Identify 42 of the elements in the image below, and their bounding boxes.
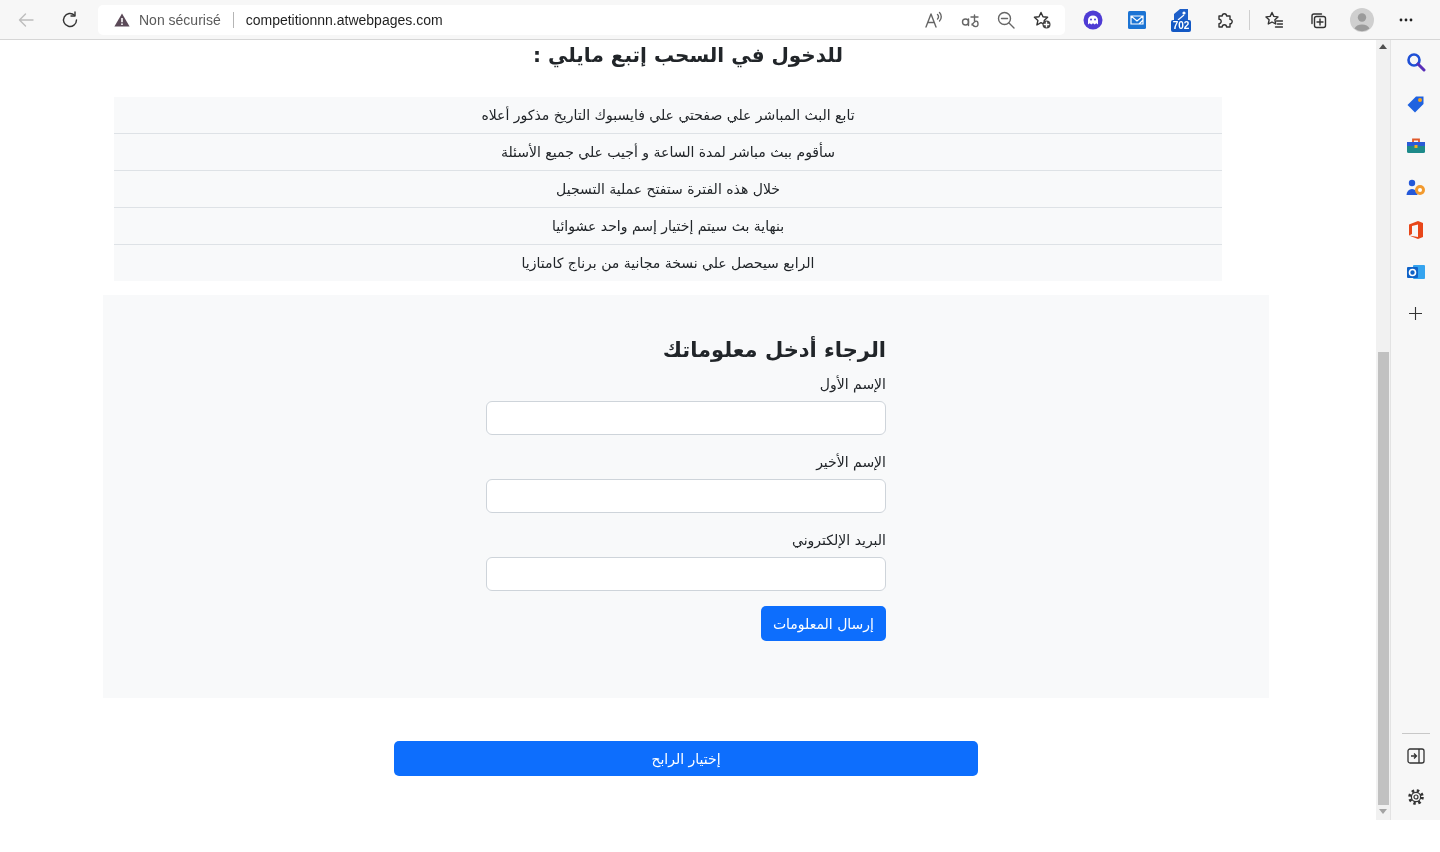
input-field[interactable]: [486, 479, 886, 513]
favorites-icon[interactable]: [1265, 10, 1283, 29]
search-icon[interactable]: [1405, 52, 1426, 72]
input-field[interactable]: [486, 557, 886, 591]
refresh-icon[interactable]: [61, 10, 79, 29]
pick-winner-button[interactable]: إختيار الرابح: [394, 741, 978, 776]
puzzle-piece-icon[interactable]: [1216, 10, 1234, 29]
scroll-up-icon[interactable]: [1379, 44, 1387, 49]
collections-icon[interactable]: [1309, 10, 1327, 29]
scrollbar[interactable]: [1376, 40, 1390, 820]
zoom-out-icon[interactable]: [997, 10, 1015, 29]
envelope-icon[interactable]: [1127, 9, 1147, 30]
settings-icon[interactable]: [1406, 788, 1425, 806]
ghost-icon[interactable]: [1083, 9, 1103, 30]
address-bar[interactable]: Non sécurisé competitionnn.atwebpages.com: [98, 4, 1065, 35]
instruction-item: تابع البث المباشر علي صفحتي علي فايسبوك التاريخ مذكور أعلاه: [114, 97, 1222, 133]
toolbox-icon[interactable]: [1405, 136, 1426, 156]
submit-button[interactable]: إرسال المعلومات: [760, 606, 886, 641]
url-text: competitionnn.atwebpages.com: [245, 11, 443, 28]
people-icon[interactable]: [1405, 178, 1426, 198]
page-heading: للدخول في السحب إتبع مايلي :: [533, 42, 843, 70]
instruction-item: سأقوم ببث مباشر لمدة الساعة و أجيب علي جميع الأسئلة: [114, 133, 1222, 170]
security-label: Non sécurisé: [139, 11, 221, 28]
plus-icon[interactable]: [1409, 307, 1422, 320]
more-icon[interactable]: [1399, 17, 1413, 22]
instruction-item: بنهاية بث سيتم إختيار إسم واحد عشوائيا: [114, 207, 1222, 244]
read-aloud-icon[interactable]: [925, 10, 943, 29]
input-field[interactable]: [486, 401, 886, 435]
avatar-icon[interactable]: [1350, 7, 1374, 32]
field-label: البريد الإلكتروني: [792, 531, 886, 551]
warning-icon: [114, 12, 130, 27]
tag-icon[interactable]: [1405, 94, 1426, 114]
instruction-item: خلال هذه الفترة ستفتح عملية التسجيل: [114, 170, 1222, 207]
scrollbar-thumb[interactable]: [1377, 352, 1389, 805]
field-label: الإسم الأخير: [816, 452, 886, 473]
sidebar-panel-icon[interactable]: [1406, 747, 1425, 765]
instruction-item: الرابع سيحصل علي نسخة مجانية من برناج كامتازيا: [114, 244, 1222, 281]
field-label: الإسم الأول: [819, 374, 886, 395]
outlook-logo-icon[interactable]: [1405, 262, 1426, 282]
favorite-add-icon[interactable]: [1033, 10, 1051, 29]
tag-icon[interactable]: [1171, 7, 1191, 20]
form-title: الرجاء أدخل معلوماتك: [662, 335, 886, 364]
